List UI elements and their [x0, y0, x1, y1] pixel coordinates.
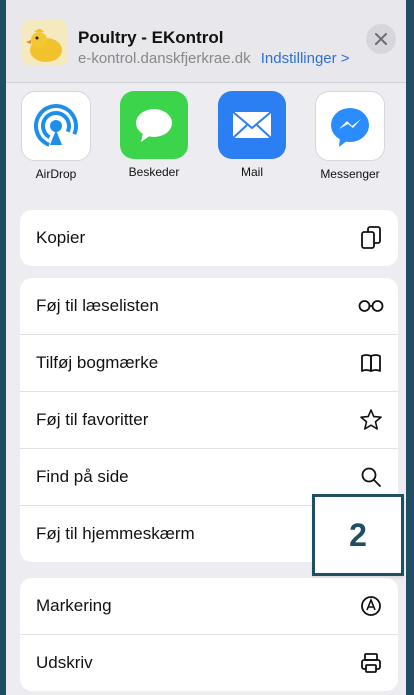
book-icon: [358, 350, 384, 376]
app-label: AirDrop: [35, 167, 77, 181]
markup-icon: [358, 593, 384, 619]
page-subtitle: e-kontrol.danskfjerkrae.dk Indstillinger…: [78, 50, 350, 67]
star-icon: [358, 407, 384, 433]
action-label: Kopier: [36, 228, 86, 247]
app-mail[interactable]: Mail: [206, 91, 298, 179]
messages-icon: [120, 91, 188, 159]
action-label: Markering: [36, 596, 112, 615]
app-label: Mail: [240, 165, 263, 179]
action-label: Tilføj bogmærke: [36, 353, 159, 372]
app-messages[interactable]: Beskeder: [108, 91, 200, 179]
mail-icon: [218, 91, 286, 159]
app-airdrop[interactable]: AirDrop: [10, 91, 102, 181]
close-button[interactable]: [366, 24, 396, 54]
action-label: Føj til favoritter: [36, 410, 149, 429]
share-header: Poultry - EKontrol e-kontrol.danskfjerkr…: [6, 0, 406, 83]
action-markup[interactable]: Markering: [20, 578, 398, 634]
messenger-icon: [315, 91, 385, 161]
app-label: Messenger: [320, 167, 380, 181]
app-share-row: AirDrop Beskeder Mail Messenger: [6, 83, 406, 190]
action-label: Udskriv: [36, 653, 93, 672]
copy-icon: [358, 225, 384, 251]
actions-group-1: Kopier: [20, 210, 398, 266]
actions-group-3: Markering Udskriv: [20, 578, 398, 691]
print-icon: [358, 650, 384, 676]
page-domain: e-kontrol.danskfjerkrae.dk: [78, 50, 251, 67]
share-sheet: Poultry - EKontrol e-kontrol.danskfjerkr…: [6, 0, 406, 695]
action-add-bookmark[interactable]: Tilføj bogmærke: [20, 334, 398, 391]
close-icon: [375, 33, 387, 45]
search-icon: [358, 464, 384, 490]
action-reading-list[interactable]: Føj til læselisten: [20, 278, 398, 334]
glasses-icon: [358, 293, 384, 319]
action-label: Føj til læselisten: [36, 296, 159, 315]
airdrop-icon: [21, 91, 91, 161]
action-label: Find på side: [36, 467, 129, 486]
app-messenger[interactable]: Messenger: [304, 91, 396, 181]
site-thumbnail: [22, 20, 68, 66]
page-title: Poultry - EKontrol: [78, 28, 224, 47]
settings-link[interactable]: Indstillinger >: [261, 50, 350, 67]
action-print[interactable]: Udskriv: [20, 634, 398, 691]
action-add-favorite[interactable]: Føj til favoritter: [20, 391, 398, 448]
step-callout: 2: [312, 494, 404, 576]
app-label: Beskeder: [128, 165, 180, 179]
action-copy[interactable]: Kopier: [20, 210, 398, 266]
action-label: Føj til hjemmeskærm: [36, 524, 195, 543]
